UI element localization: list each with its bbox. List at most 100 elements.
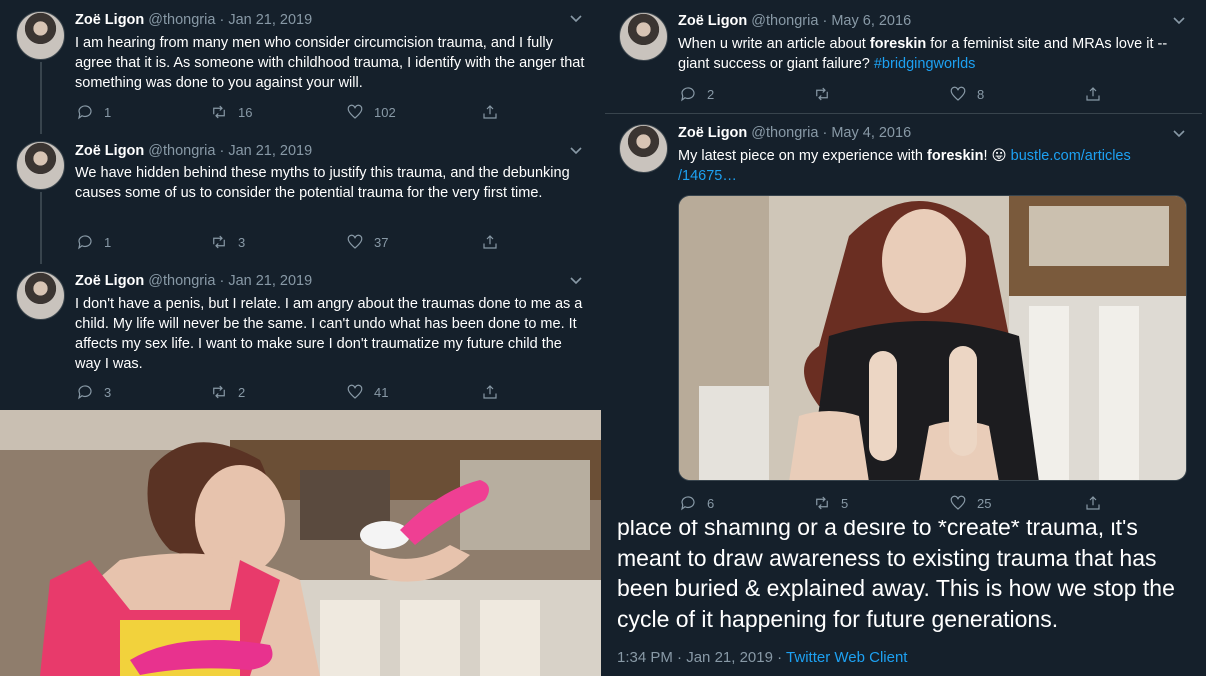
right-tweets-panel: Zoë Ligon @thongria · May 6, 2016 When u… xyxy=(605,0,1202,520)
like-button[interactable]: 8 xyxy=(949,85,984,103)
reply-icon xyxy=(78,385,92,400)
like-icon xyxy=(347,384,363,399)
retweet-count: 5 xyxy=(841,495,849,511)
like-icon xyxy=(950,86,966,101)
media-illustration xyxy=(679,196,1186,480)
reply-count: 6 xyxy=(707,495,715,511)
like-count: 8 xyxy=(977,86,985,102)
reply-count: 1 xyxy=(104,104,112,120)
reply-button[interactable]: 3 xyxy=(76,383,111,401)
share-button[interactable] xyxy=(481,233,499,251)
video-still-photo xyxy=(0,410,601,676)
chevron-down-icon[interactable] xyxy=(569,12,583,27)
hashtag-link[interactable]: #bridgingworlds xyxy=(874,56,976,72)
photo-illustration xyxy=(0,410,601,676)
share-icon xyxy=(1086,87,1100,101)
avatar[interactable] xyxy=(16,11,65,60)
highlighted-keyword: foreskin xyxy=(869,36,927,52)
like-icon xyxy=(347,104,363,119)
tweet-time[interactable]: 1:34 PM xyxy=(617,649,673,666)
thread-tweet[interactable]: Zoë Ligon @thongria · Jan 21, 2019 We ha… xyxy=(0,130,601,262)
author-handle[interactable]: @thongria xyxy=(751,13,818,29)
client-link[interactable]: Twitter Web Client xyxy=(786,649,907,666)
detail-text-line: meant to draw awareness to existing trau… xyxy=(617,544,1157,571)
author-name[interactable]: Zoë Ligon xyxy=(75,273,144,289)
share-button[interactable] xyxy=(481,103,499,121)
avatar[interactable] xyxy=(16,271,65,320)
author-name[interactable]: Zoë Ligon xyxy=(75,143,144,159)
detail-tweet-text: place of shaming or a desire to *create*… xyxy=(617,520,1202,634)
retweet-count: 3 xyxy=(238,234,246,250)
tweet-header: Zoë Ligon @thongria · May 4, 2016 xyxy=(678,125,911,141)
author-handle[interactable]: @thongria xyxy=(148,12,215,28)
avatar[interactable] xyxy=(619,12,668,61)
author-name[interactable]: Zoë Ligon xyxy=(678,13,747,29)
like-button[interactable]: 41 xyxy=(346,383,388,401)
chevron-down-icon[interactable] xyxy=(1172,14,1186,29)
tweet-latest-piece[interactable]: Zoë Ligon @thongria · May 4, 2016 My lat… xyxy=(605,114,1202,520)
reply-count: 3 xyxy=(104,384,112,400)
retweet-icon xyxy=(213,235,225,249)
like-icon xyxy=(347,234,363,249)
author-handle[interactable]: @thongria xyxy=(148,143,215,159)
author-name[interactable]: Zoë Ligon xyxy=(678,125,747,141)
tweet-text: I am hearing from many men who consider … xyxy=(75,35,585,91)
detail-text-line: been buried & explained away. This is ho… xyxy=(617,575,1175,601)
tweet-text: I don't have a penis, but I relate. I am… xyxy=(75,296,583,372)
like-count: 37 xyxy=(374,234,389,250)
share-button[interactable] xyxy=(481,383,499,401)
reply-button[interactable]: 1 xyxy=(76,103,111,121)
separator: · xyxy=(219,12,225,28)
like-button[interactable]: 25 xyxy=(949,494,991,512)
retweet-button[interactable]: 5 xyxy=(813,494,848,512)
author-name[interactable]: Zoë Ligon xyxy=(75,12,144,28)
tweet-actions: 1 16 102 xyxy=(76,103,506,123)
retweet-button[interactable]: 3 xyxy=(210,233,245,251)
reply-button[interactable]: 2 xyxy=(679,85,714,103)
tweet-header: Zoë Ligon @thongria · Jan 21, 2019 xyxy=(75,143,312,159)
reply-button[interactable]: 6 xyxy=(679,494,714,512)
tweet-actions: 1 3 37 xyxy=(76,233,506,253)
like-button[interactable]: 102 xyxy=(346,103,396,121)
article-link-continued[interactable]: /14675… xyxy=(678,168,737,184)
thread-tweet[interactable]: Zoë Ligon @thongria · Jan 21, 2019 I don… xyxy=(0,260,601,410)
tweet-date[interactable]: Jan 21, 2019 xyxy=(228,12,312,28)
retweet-button[interactable] xyxy=(813,85,841,103)
tweet-actions: 2 8 xyxy=(679,85,1109,105)
article-link[interactable]: bustle.com/articles xyxy=(1011,148,1131,164)
avatar[interactable] xyxy=(619,124,668,173)
tweet-date[interactable]: May 4, 2016 xyxy=(831,125,911,141)
author-handle[interactable]: @thongria xyxy=(148,273,215,289)
chevron-down-icon[interactable] xyxy=(569,274,583,289)
avatar[interactable] xyxy=(16,141,65,190)
share-button[interactable] xyxy=(1084,494,1102,512)
retweet-icon xyxy=(816,496,828,510)
share-icon xyxy=(483,235,497,249)
tweet-date[interactable]: Jan 21, 2019 xyxy=(228,273,312,289)
tweet-actions: 3 2 41 xyxy=(76,383,506,403)
retweet-icon xyxy=(213,105,225,119)
reply-icon xyxy=(78,105,92,120)
retweet-icon xyxy=(213,385,225,399)
tweet-media-image[interactable] xyxy=(678,195,1187,481)
tweet-date[interactable]: May 6, 2016 xyxy=(831,13,911,29)
chevron-down-icon[interactable] xyxy=(1172,127,1186,142)
chevron-down-icon[interactable] xyxy=(569,144,583,159)
reply-count: 1 xyxy=(104,234,112,250)
reply-icon xyxy=(681,87,695,102)
author-handle[interactable]: @thongria xyxy=(751,125,818,141)
tweet-foreskin-article[interactable]: Zoë Ligon @thongria · May 6, 2016 When u… xyxy=(605,0,1202,113)
retweet-button[interactable]: 16 xyxy=(210,103,252,121)
like-button[interactable]: 37 xyxy=(346,233,388,251)
tweet-text: My latest piece on my experience with fo… xyxy=(678,146,1178,186)
share-button[interactable] xyxy=(1084,85,1102,103)
tweet-date[interactable]: Jan 21, 2019 xyxy=(228,143,312,159)
retweet-button[interactable]: 2 xyxy=(210,383,245,401)
reply-button[interactable]: 1 xyxy=(76,233,111,251)
tweet-date[interactable]: Jan 21, 2019 xyxy=(686,649,773,666)
reply-icon xyxy=(681,496,695,511)
detail-tweet-panel: place of shaming or a desire to *create*… xyxy=(603,520,1206,676)
reply-icon xyxy=(78,235,92,250)
detail-text-line: cycle of it happening for future generat… xyxy=(617,605,1059,632)
thread-tweet[interactable]: Zoë Ligon @thongria · Jan 21, 2019 I am … xyxy=(0,0,601,132)
